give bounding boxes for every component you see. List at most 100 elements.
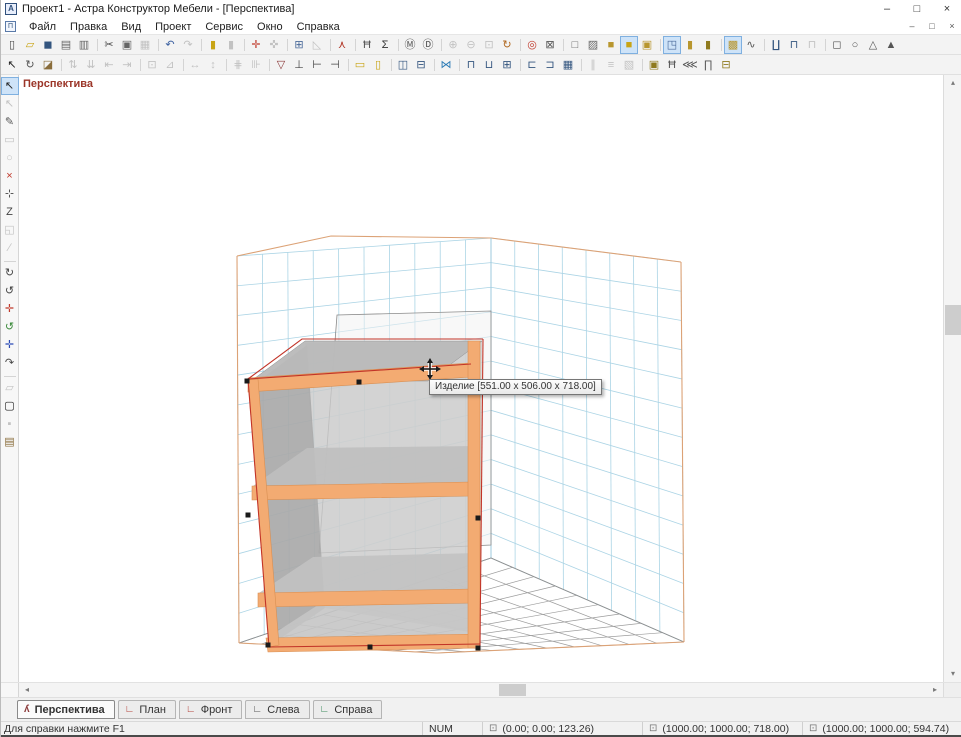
- edit-points[interactable]: ✎: [1, 113, 19, 131]
- align-wall-left[interactable]: ⊢: [308, 56, 326, 74]
- scroll-down-icon[interactable]: ▾: [944, 666, 961, 682]
- zoom-in[interactable]: ⊕: [444, 36, 462, 54]
- minimize-button[interactable]: –: [872, 0, 902, 18]
- split-vertical[interactable]: ⊟: [412, 56, 430, 74]
- align-floor[interactable]: ⊥: [290, 56, 308, 74]
- expand-left[interactable]: ⊏: [523, 56, 541, 74]
- polyline-edit[interactable]: ∿: [742, 36, 760, 54]
- join-vertical[interactable]: ⊪: [247, 56, 265, 74]
- cut[interactable]: ✂: [100, 36, 118, 54]
- structure-tree[interactable]: ⋏: [333, 36, 351, 54]
- tab-left[interactable]: ∟ Слева: [245, 700, 309, 719]
- grid-table[interactable]: ⊞: [290, 36, 308, 54]
- redo[interactable]: ↷: [179, 36, 197, 54]
- rotate-z[interactable]: ✛: [1, 336, 19, 354]
- filter-parts[interactable]: ▽: [272, 56, 290, 74]
- move-object[interactable]: ⊹: [1, 185, 19, 203]
- split-horizontal[interactable]: ◫: [394, 56, 412, 74]
- draw-rect[interactable]: ▭: [1, 131, 19, 149]
- doc-close-button[interactable]: ×: [942, 19, 961, 34]
- rotate-x[interactable]: ✛: [1, 300, 19, 318]
- mirror[interactable]: ⋈: [437, 56, 455, 74]
- draw-ellipse[interactable]: ○: [1, 149, 19, 167]
- tab-perspective[interactable]: ʎ Перспектива: [17, 700, 115, 719]
- tab-front[interactable]: ∟ Фронт: [179, 700, 243, 719]
- snap-vertex[interactable]: ∐: [767, 36, 785, 54]
- view-shaded[interactable]: ■: [620, 36, 638, 54]
- view-wireframe[interactable]: □: [566, 36, 584, 54]
- sum[interactable]: Σ: [376, 36, 394, 54]
- fit-view[interactable]: ⊠: [541, 36, 559, 54]
- drawer[interactable]: ⊟: [717, 56, 735, 74]
- print-preview[interactable]: ▥: [75, 36, 93, 54]
- select[interactable]: ↖: [1, 77, 19, 95]
- node-edit[interactable]: ▪: [1, 415, 19, 433]
- scroll-left-icon[interactable]: ◂: [19, 683, 35, 697]
- primitive-box[interactable]: ◻: [828, 36, 846, 54]
- material-alt[interactable]: ▮: [222, 36, 240, 54]
- view-hidden-line[interactable]: ▨: [584, 36, 602, 54]
- align-bottom[interactable]: ⊔: [480, 56, 498, 74]
- shift-left[interactable]: ⇤: [100, 56, 118, 74]
- panel-properties[interactable]: ▤: [1, 433, 19, 451]
- select-add[interactable]: ↖: [1, 95, 19, 113]
- group-grid[interactable]: ▧: [620, 56, 638, 74]
- lay-on-plane[interactable]: ◪: [39, 56, 57, 74]
- view-edges[interactable]: ▣: [638, 36, 656, 54]
- edit-handles[interactable]: ▢: [1, 397, 19, 415]
- delete-object[interactable]: ×: [1, 167, 19, 185]
- handle-rail[interactable]: ∏: [699, 56, 717, 74]
- move-z[interactable]: Z: [1, 203, 19, 221]
- contour-edit[interactable]: ▱: [1, 379, 19, 397]
- new-document[interactable]: ▯: [3, 36, 21, 54]
- rotate-cw[interactable]: ↻: [1, 264, 19, 282]
- clamp[interactable]: Ħ: [663, 56, 681, 74]
- cabinet-iso[interactable]: ▮: [699, 36, 717, 54]
- orbit-view[interactable]: ◳: [663, 36, 681, 54]
- fasten-tool[interactable]: ✛: [247, 36, 265, 54]
- ruler-triangle[interactable]: ◺: [308, 36, 326, 54]
- copy[interactable]: ▣: [118, 36, 136, 54]
- vertical-scroll-thumb[interactable]: [945, 305, 961, 335]
- select-in-model[interactable]: ↖: [3, 56, 21, 74]
- join-horizontal[interactable]: ⋕: [229, 56, 247, 74]
- paste[interactable]: ▦: [136, 36, 154, 54]
- rotate-view[interactable]: ↻: [498, 36, 516, 54]
- snap-edge[interactable]: ⊓: [785, 36, 803, 54]
- menu-help[interactable]: Справка: [290, 19, 347, 34]
- angle-calc[interactable]: ⊿: [161, 56, 179, 74]
- new-panel[interactable]: ▭: [351, 56, 369, 74]
- primitive-pyramid[interactable]: ▲: [882, 36, 900, 54]
- snap-face[interactable]: ⊓: [803, 36, 821, 54]
- doc-restore-button[interactable]: □: [922, 19, 942, 34]
- doc-minimize-button[interactable]: –: [902, 19, 922, 34]
- fill-area[interactable]: ▦: [559, 56, 577, 74]
- menu-project[interactable]: Проект: [148, 19, 198, 34]
- rotate-free[interactable]: ↷: [1, 354, 19, 372]
- fill-material[interactable]: ▮: [204, 36, 222, 54]
- move-parts[interactable]: ✜: [265, 36, 283, 54]
- resize-object[interactable]: ◱: [1, 221, 19, 239]
- center-view[interactable]: ◎: [523, 36, 541, 54]
- rotate-ccw[interactable]: ↺: [1, 282, 19, 300]
- scroll-right-icon[interactable]: ▸: [927, 683, 943, 697]
- columns[interactable]: ∥: [584, 56, 602, 74]
- maximize-button[interactable]: □: [902, 0, 932, 18]
- distribute-pairs[interactable]: ⇊: [82, 56, 100, 74]
- primitive-cone[interactable]: △: [864, 36, 882, 54]
- align-center[interactable]: ⊞: [498, 56, 516, 74]
- primitive-cylinder[interactable]: ○: [846, 36, 864, 54]
- vertical-scrollbar[interactable]: ▴ ▾: [943, 75, 961, 682]
- tab-plan[interactable]: ∟ План: [118, 700, 176, 719]
- cabinet-module[interactable]: ▣: [645, 56, 663, 74]
- horizontal-scroll-thumb[interactable]: [499, 684, 526, 696]
- fittings[interactable]: Ħ: [358, 36, 376, 54]
- view-flat[interactable]: ■: [602, 36, 620, 54]
- print[interactable]: ▤: [57, 36, 75, 54]
- expand-right[interactable]: ⊐: [541, 56, 559, 74]
- align-top[interactable]: ⊓: [462, 56, 480, 74]
- zoom-out[interactable]: ⊖: [462, 36, 480, 54]
- shift-right[interactable]: ⇥: [118, 56, 136, 74]
- hinges[interactable]: ⋘: [681, 56, 699, 74]
- menu-service[interactable]: Сервис: [198, 19, 250, 34]
